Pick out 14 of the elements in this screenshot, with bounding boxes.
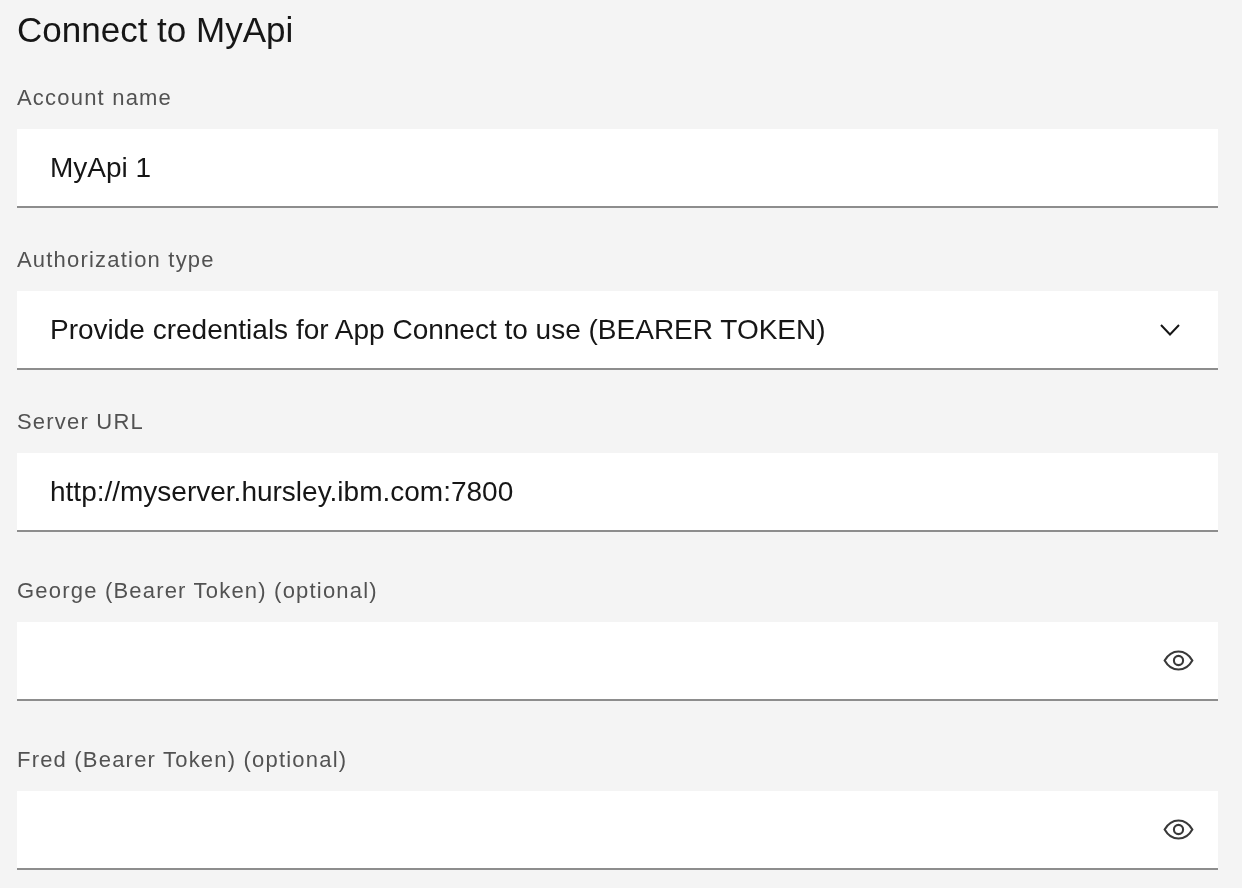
eye-icon[interactable] xyxy=(1163,650,1194,671)
chevron-down-icon xyxy=(1160,323,1180,336)
field-label: Account name xyxy=(17,86,173,110)
eye-icon[interactable] xyxy=(1163,819,1194,840)
page-title: Connect to MyApi xyxy=(17,10,294,50)
field-label: Server URL xyxy=(17,410,144,434)
password-field[interactable] xyxy=(17,791,1218,870)
input-field[interactable]: MyApi 1 xyxy=(17,129,1218,208)
field-label: George (Bearer Token) (optional) xyxy=(17,579,378,603)
password-field[interactable] xyxy=(17,622,1218,701)
field-label: Fred (Bearer Token) (optional) xyxy=(17,748,348,772)
field-label: Authorization type xyxy=(17,248,215,272)
input-field[interactable]: http://myserver.hursley.ibm.com:7800 xyxy=(17,453,1218,532)
dropdown[interactable]: Provide credentials for App Connect to use (BEARER TOKEN) xyxy=(17,291,1218,370)
